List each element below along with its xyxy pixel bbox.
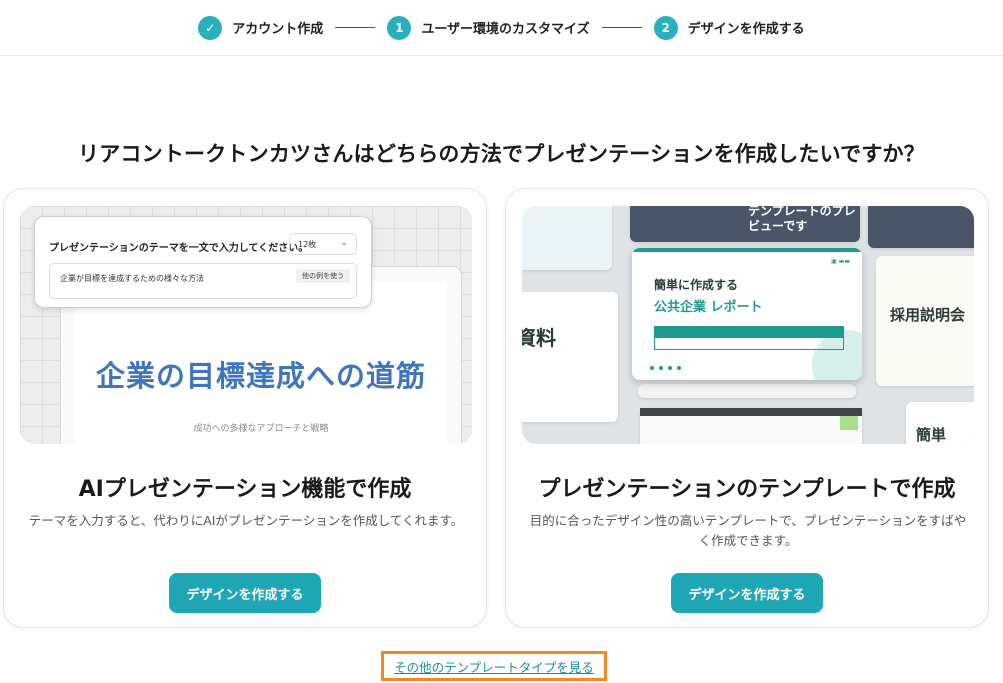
- step-label: アカウント作成: [232, 22, 324, 37]
- step-divider: [335, 27, 376, 28]
- template-thumb: [868, 206, 974, 248]
- card-title: プレゼンテーションのテンプレートで作成: [538, 477, 956, 502]
- slide-subtitle: 成功への多様なアプローチと戦略: [193, 424, 329, 434]
- step-customize: 1 ユーザー環境のカスタマイズ: [387, 15, 590, 40]
- step-label: デザインを作成する: [687, 22, 805, 37]
- create-with-template-button[interactable]: デザインを作成する: [671, 573, 823, 613]
- preview-label: テンプレートのプレビューです: [748, 206, 856, 233]
- slide-title: 企業の目標達成への道筋: [95, 359, 426, 393]
- chevron-down-icon: ⌄: [340, 238, 348, 248]
- card-description: テーマを入力すると、代わりにAIがプレゼンテーションを作成してくれます。: [28, 513, 464, 528]
- step-account: ✓ アカウント作成: [198, 15, 324, 40]
- template-thumb: 資料: [522, 292, 618, 422]
- step-label: ユーザー環境のカスタマイズ: [421, 22, 590, 37]
- card-title: AIプレゼンテーション機能で作成: [78, 477, 412, 502]
- template-thumb: テンプレートのプレビューです: [630, 206, 860, 242]
- progress-stepper: ✓ アカウント作成 1 ユーザー環境のカスタマイズ 2 デザインを作成する: [0, 0, 1003, 56]
- prompt-question: プレゼンテーションのテーマを一文で入力してください。: [49, 243, 309, 254]
- template-thumb: 採用説明会: [876, 256, 974, 386]
- ai-illustration: 企業の目標達成への道筋 成功への多様なアプローチと戦略 プレゼンテーションのテー…: [20, 206, 472, 444]
- slide-count-select: 12枚 ⌄: [289, 233, 357, 255]
- step-divider: [601, 27, 642, 28]
- prompt-panel: プレゼンテーションのテーマを一文で入力してください。 12枚 ⌄ 企業が目標を達…: [34, 216, 372, 308]
- spreadsheet-thumb: [640, 408, 862, 444]
- template-illustration: テンプレートのプレビューです 資料 採用説明会 簡単 ▣ ▬▬ 簡単に作成する …: [522, 206, 974, 444]
- ai-option-card[interactable]: 企業の目標達成への道筋 成功への多様なアプローチと戦略 プレゼンテーションのテー…: [3, 188, 487, 628]
- step-number: 2: [653, 15, 678, 40]
- prompt-value: 企業が目標を達成するための様々な方法: [60, 274, 204, 283]
- step-design: 2 デザインを作成する: [653, 15, 805, 40]
- prompt-input: 企業が目標を達成するための様々な方法 他の例を使う: [49, 263, 357, 299]
- example-button: 他の例を使う: [296, 269, 350, 283]
- check-icon: ✓: [198, 15, 223, 40]
- create-with-ai-button[interactable]: デザインを作成する: [169, 573, 321, 613]
- page-title: リアコントークトンカツさんはどちらの方法でプレゼンテーションを作成したいですか？: [78, 142, 925, 166]
- more-template-types-link[interactable]: その他のテンプレートタイプを見る: [381, 651, 607, 681]
- main-template-slide: ▣ ▬▬ 簡単に作成する 公共企業 レポート: [632, 248, 862, 380]
- step-number: 1: [387, 15, 412, 40]
- template-thumb: [522, 206, 612, 270]
- template-option-card[interactable]: テンプレートのプレビューです 資料 採用説明会 簡単 ▣ ▬▬ 簡単に作成する …: [505, 188, 989, 628]
- card-description: 目的に合ったデザイン性の高いテンプレートで、プレゼンテーションをすばやく作成でき…: [529, 513, 967, 548]
